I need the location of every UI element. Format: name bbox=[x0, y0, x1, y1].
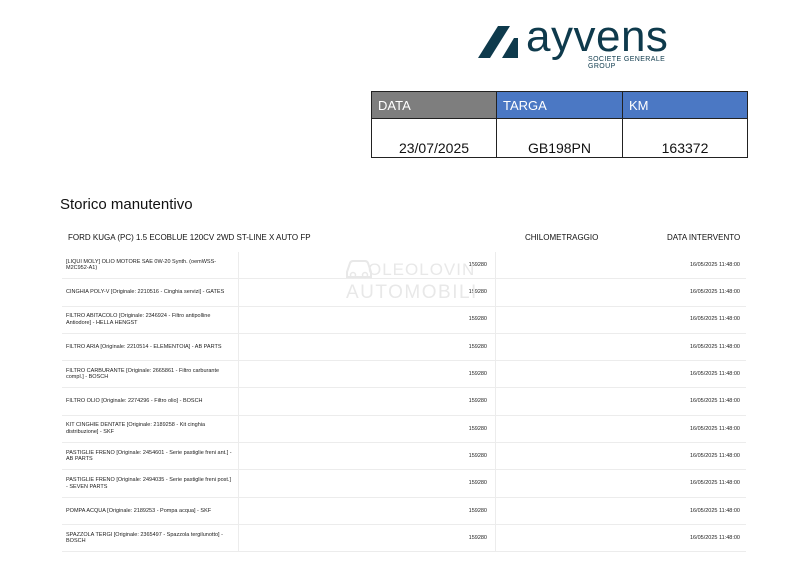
table-row: KIT CINGHIE DENTATE [Originale: 2189258 … bbox=[62, 415, 746, 444]
watermark-line-1: OLEOLOVIN bbox=[368, 260, 476, 279]
item-description: POMPA ACQUA [Originale: 2189253 - Pompa … bbox=[62, 497, 239, 525]
info-value-targa: GB198PN bbox=[496, 118, 623, 158]
item-km: 159280 bbox=[238, 469, 496, 498]
table-row: PASTIGLIE FRENO [Originale: 2454601 - Se… bbox=[62, 442, 746, 471]
item-km: 159280 bbox=[238, 497, 496, 525]
table-row: FILTRO ARIA [Originale: 2210514 - ELEMEN… bbox=[62, 333, 746, 362]
item-date: 16/05/2025 11:48:00 bbox=[495, 442, 746, 471]
item-description: KIT CINGHIE DENTATE [Originale: 2189258 … bbox=[62, 415, 239, 444]
vehicle-info-table: DATA TARGA KM 23/07/2025 GB198PN 163372 bbox=[371, 91, 748, 158]
info-header-data: DATA bbox=[371, 91, 497, 119]
item-date: 16/05/2025 11:48:00 bbox=[495, 278, 746, 307]
info-header-targa: TARGA bbox=[496, 91, 623, 119]
info-header-km: KM bbox=[622, 91, 748, 119]
info-value-km: 163372 bbox=[622, 118, 748, 158]
item-km: 159280 bbox=[238, 306, 496, 334]
item-km: 159280 bbox=[238, 524, 496, 553]
table-row: PASTIGLIE FRENO [Originale: 2494035 - Se… bbox=[62, 469, 746, 498]
vehicle-model: FORD KUGA (PC) 1.5 ECOBLUE 120CV 2WD ST-… bbox=[68, 233, 311, 242]
item-km: 159280 bbox=[238, 387, 496, 416]
item-description: FILTRO ARIA [Originale: 2210514 - ELEMEN… bbox=[62, 333, 239, 362]
item-date: 16/05/2025 11:48:00 bbox=[495, 252, 746, 280]
item-date: 16/05/2025 11:48:00 bbox=[495, 524, 746, 553]
item-description: PASTIGLIE FRENO [Originale: 2494035 - Se… bbox=[62, 469, 239, 498]
table-row: FILTRO ABITACOLO [Originale: 2346924 - F… bbox=[62, 306, 746, 334]
item-date: 16/05/2025 11:48:00 bbox=[495, 497, 746, 525]
item-date: 16/05/2025 11:48:00 bbox=[495, 333, 746, 362]
watermark: OLEOLOVIN AUTOMOBILI bbox=[344, 254, 494, 306]
item-km: 159280 bbox=[238, 442, 496, 471]
watermark-line-2: AUTOMOBILI bbox=[346, 282, 478, 303]
ayvens-logo-mark-icon bbox=[478, 26, 518, 58]
table-row: FILTRO OLIO [Originale: 2274296 - Filtro… bbox=[62, 387, 746, 416]
document-page: ayvens SOCIETE GENERALE GROUP DATA TARGA… bbox=[8, 0, 792, 561]
item-date: 16/05/2025 11:48:00 bbox=[495, 415, 746, 444]
column-header-km: CHILOMETRAGGIO bbox=[525, 233, 599, 242]
item-description: FILTRO CARBURANTE [Originale: 2665861 - … bbox=[62, 360, 239, 389]
column-header-date: DATA INTERVENTO bbox=[667, 233, 741, 242]
table-row: POMPA ACQUA [Originale: 2189253 - Pompa … bbox=[62, 497, 746, 525]
item-date: 16/05/2025 11:48:00 bbox=[495, 360, 746, 389]
item-description: SPAZZOLA TERGI [Originale: 2365497 - Spa… bbox=[62, 524, 239, 553]
item-description: [LIQUI MOLY] OLIO MOTORE SAE 0W-20 Synth… bbox=[62, 252, 239, 280]
table-row: FILTRO CARBURANTE [Originale: 2665861 - … bbox=[62, 360, 746, 389]
table-row: SPAZZOLA TERGI [Originale: 2365497 - Spa… bbox=[62, 524, 746, 553]
item-description: FILTRO ABITACOLO [Originale: 2346924 - F… bbox=[62, 306, 239, 334]
info-value-data: 23/07/2025 bbox=[371, 118, 497, 158]
item-km: 159280 bbox=[238, 333, 496, 362]
item-description: FILTRO OLIO [Originale: 2274296 - Filtro… bbox=[62, 387, 239, 416]
item-description: CINGHIA POLY-V [Originale: 2210516 - Cin… bbox=[62, 278, 239, 307]
item-description: PASTIGLIE FRENO [Originale: 2454601 - Se… bbox=[62, 442, 239, 471]
item-km: 159280 bbox=[238, 360, 496, 389]
item-date: 16/05/2025 11:48:00 bbox=[495, 306, 746, 334]
logo-wordmark: ayvens bbox=[526, 12, 669, 61]
item-date: 16/05/2025 11:48:00 bbox=[495, 387, 746, 416]
ayvens-logo: ayvens SOCIETE GENERALE GROUP bbox=[478, 12, 693, 70]
section-title: Storico manutentivo bbox=[60, 196, 193, 213]
item-date: 16/05/2025 11:48:00 bbox=[495, 469, 746, 498]
logo-tagline: SOCIETE GENERALE GROUP bbox=[588, 56, 666, 70]
item-km: 159280 bbox=[238, 415, 496, 444]
